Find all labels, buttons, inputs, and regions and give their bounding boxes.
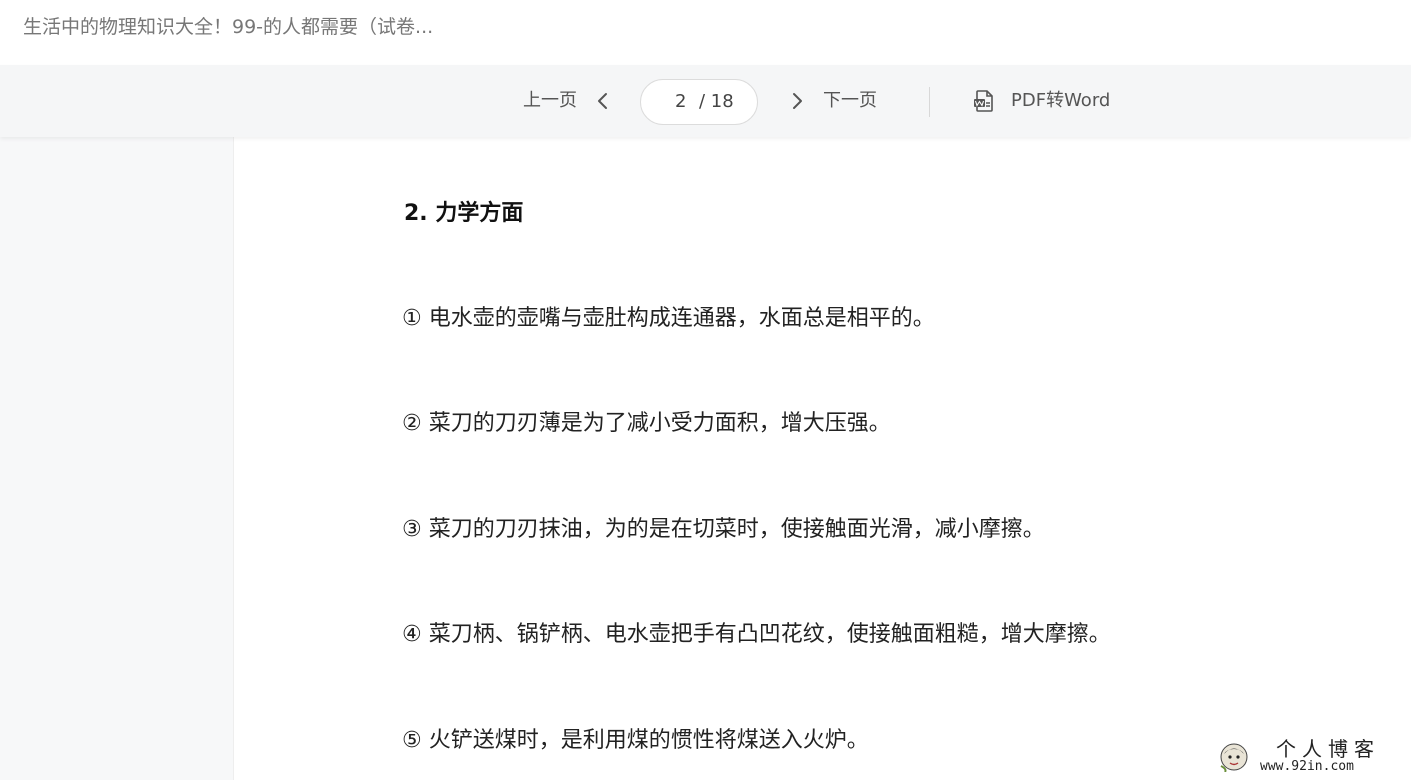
- blog-watermark: 个人博客 www.92in.com: [1216, 738, 1406, 776]
- document-title: 生活中的物理知识大全！99-的人都需要（试卷...: [23, 16, 434, 38]
- document-header: 生活中的物理知识大全！99-的人都需要（试卷...: [0, 0, 1411, 65]
- watermark-title: 个人博客: [1276, 737, 1380, 761]
- toolbar-divider: [929, 87, 930, 117]
- current-page-input[interactable]: [675, 80, 695, 124]
- chevron-right-icon[interactable]: [786, 90, 808, 112]
- chevron-left-icon[interactable]: [592, 90, 614, 112]
- pager-toolbar: 上一页 / 18 下一页 PDF转Word: [0, 65, 1411, 137]
- total-pages: / 18: [699, 91, 734, 112]
- left-sidebar: [0, 137, 234, 780]
- next-page-button[interactable]: 下一页: [823, 89, 877, 113]
- paragraph: ④ 菜刀柄、锅铲柄、电水壶把手有凸凹花纹，使接触面粗糙，增大摩擦。: [402, 622, 1111, 647]
- document-page: 2. 力学方面 ① 电水壶的壶嘴与壶肚构成连通器，水面总是相平的。 ② 菜刀的刀…: [234, 137, 1411, 780]
- page-indicator: / 18: [640, 79, 758, 125]
- word-document-icon: [974, 90, 993, 112]
- paragraph: ③ 菜刀的刀刃抹油，为的是在切菜时，使接触面光滑，减小摩擦。: [402, 517, 1045, 542]
- avatar-icon: [1220, 743, 1248, 772]
- watermark-url: www.92in.com: [1260, 759, 1354, 774]
- paragraph: ② 菜刀的刀刃薄是为了减小受力面积，增大压强。: [402, 411, 891, 436]
- paragraph: ⑤ 火铲送煤时，是利用煤的惯性将煤送入火炉。: [402, 728, 869, 753]
- paragraph: ① 电水壶的壶嘴与壶肚构成连通器，水面总是相平的。: [402, 306, 935, 331]
- prev-page-button[interactable]: 上一页: [523, 89, 577, 113]
- section-heading: 2. 力学方面: [404, 201, 524, 226]
- convert-label: PDF转Word: [1011, 90, 1111, 111]
